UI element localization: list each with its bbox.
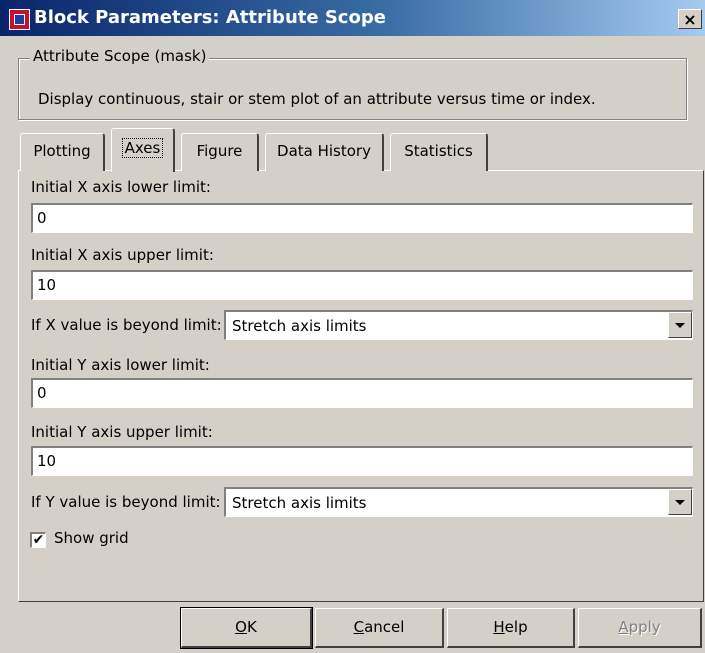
x-lower-limit-input[interactable]: 0 [31, 203, 693, 233]
x-lower-limit-label: Initial X axis lower limit: [31, 178, 211, 196]
y-beyond-limit-select[interactable]: Stretch axis limits [224, 487, 693, 517]
cancel-label-rest: ancel [364, 618, 405, 636]
tab-label: Figure [196, 142, 243, 160]
x-beyond-limit-label: If X value is beyond limit: [31, 316, 222, 334]
mask-legend: Attribute Scope (mask) [30, 47, 210, 65]
apply-label-rest: pply [628, 618, 661, 636]
cancel-mnemonic: C [353, 618, 365, 636]
tab-label: Plotting [33, 142, 91, 160]
ok-button[interactable]: OK [180, 607, 313, 649]
close-button[interactable]: × [678, 9, 702, 29]
y-beyond-limit-label: If Y value is beyond limit: [31, 493, 221, 511]
y-lower-limit-label: Initial Y axis lower limit: [31, 356, 210, 374]
x-beyond-limit-select[interactable]: Stretch axis limits [224, 310, 693, 340]
apply-mnemonic: A [618, 618, 629, 636]
dropdown-arrow-icon[interactable] [668, 312, 692, 338]
help-label-rest: elp [504, 618, 528, 636]
show-grid-label: Show grid [54, 529, 129, 547]
y-upper-limit-input[interactable]: 10 [31, 446, 693, 476]
ok-mnemonic: O [235, 618, 247, 636]
tab-label: Data History [277, 142, 371, 160]
x-upper-limit-input[interactable]: 10 [31, 270, 693, 300]
y-lower-limit-input[interactable]: 0 [31, 378, 693, 408]
x-upper-limit-label: Initial X axis upper limit: [31, 246, 214, 264]
tab-figure[interactable]: Figure [181, 133, 259, 171]
apply-button: Apply [578, 608, 702, 648]
tab-label: Statistics [404, 142, 473, 160]
tab-plotting[interactable]: Plotting [20, 133, 105, 171]
tab-axes[interactable]: Axes [111, 128, 175, 172]
ok-label-rest: K [246, 618, 257, 636]
mask-description: Display continuous, stair or stem plot o… [38, 90, 596, 108]
dropdown-arrow-icon[interactable] [668, 489, 692, 515]
help-mnemonic: H [493, 618, 505, 636]
x-beyond-limit-value: Stretch axis limits [232, 317, 367, 335]
mask-groupbox [18, 58, 687, 120]
tab-label: Axes [121, 138, 164, 158]
y-upper-limit-label: Initial Y axis upper limit: [31, 423, 213, 441]
tab-data-history[interactable]: Data History [265, 133, 384, 171]
show-grid-checkbox[interactable]: ✔ [30, 532, 46, 548]
title-bar: Block Parameters: Attribute Scope × [0, 0, 705, 36]
simulink-block-icon [9, 9, 30, 30]
y-beyond-limit-value: Stretch axis limits [232, 494, 367, 512]
window-title: Block Parameters: Attribute Scope [34, 7, 386, 28]
cancel-button[interactable]: Cancel [315, 608, 444, 648]
tab-statistics[interactable]: Statistics [390, 133, 488, 171]
help-button[interactable]: Help [447, 608, 575, 648]
